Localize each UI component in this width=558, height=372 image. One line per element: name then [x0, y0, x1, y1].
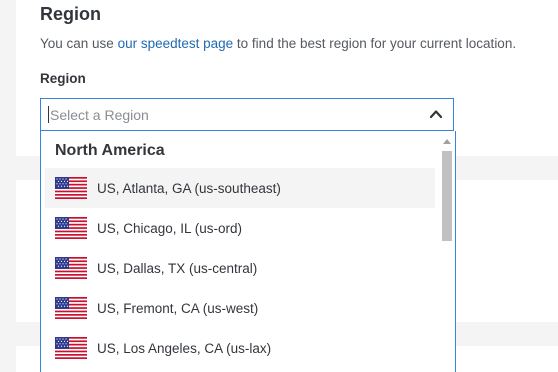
us-flag-icon: [55, 257, 87, 279]
section-description: You can use our speedtest page to find t…: [40, 36, 516, 51]
region-search-input[interactable]: [49, 106, 390, 123]
scrollbar-thumb[interactable]: [442, 151, 452, 241]
region-option-label: US, Atlanta, GA (us-southeast): [97, 180, 281, 196]
region-option[interactable]: US, Fremont, CA (us-west): [45, 288, 435, 328]
region-option-label: US, Fremont, CA (us-west): [97, 300, 259, 316]
description-text-after: to find the best region for your current…: [233, 36, 517, 51]
group-label-north-america: North America: [55, 142, 165, 159]
region-field-label: Region: [40, 71, 86, 86]
chevron-up-icon[interactable]: [429, 107, 443, 121]
us-flag-icon: [55, 217, 87, 239]
region-option-label: US, Los Angeles, CA (us-lax): [97, 340, 272, 356]
us-flag-icon: [55, 297, 87, 319]
dropdown-scrollbar[interactable]: [441, 139, 453, 372]
description-text-before: You can use: [40, 36, 118, 51]
us-flag-icon: [55, 177, 87, 199]
region-option[interactable]: US, Dallas, TX (us-central): [45, 248, 435, 288]
region-option-label: US, Dallas, TX (us-central): [97, 260, 258, 276]
region-select[interactable]: [40, 98, 454, 131]
region-option[interactable]: US, Atlanta, GA (us-southeast): [45, 168, 435, 208]
section-title: Region: [40, 4, 101, 24]
speedtest-link[interactable]: our speedtest page: [118, 36, 234, 51]
region-option[interactable]: US, Los Angeles, CA (us-lax): [45, 328, 435, 368]
us-flag-icon: [55, 337, 87, 359]
region-option[interactable]: US, Chicago, IL (us-ord): [45, 208, 435, 248]
scroll-up-arrow-icon[interactable]: [443, 139, 451, 144]
region-option-label: US, Chicago, IL (us-ord): [97, 220, 243, 236]
region-dropdown-menu: North America US, Atlanta, GA (us-southe…: [40, 131, 456, 372]
